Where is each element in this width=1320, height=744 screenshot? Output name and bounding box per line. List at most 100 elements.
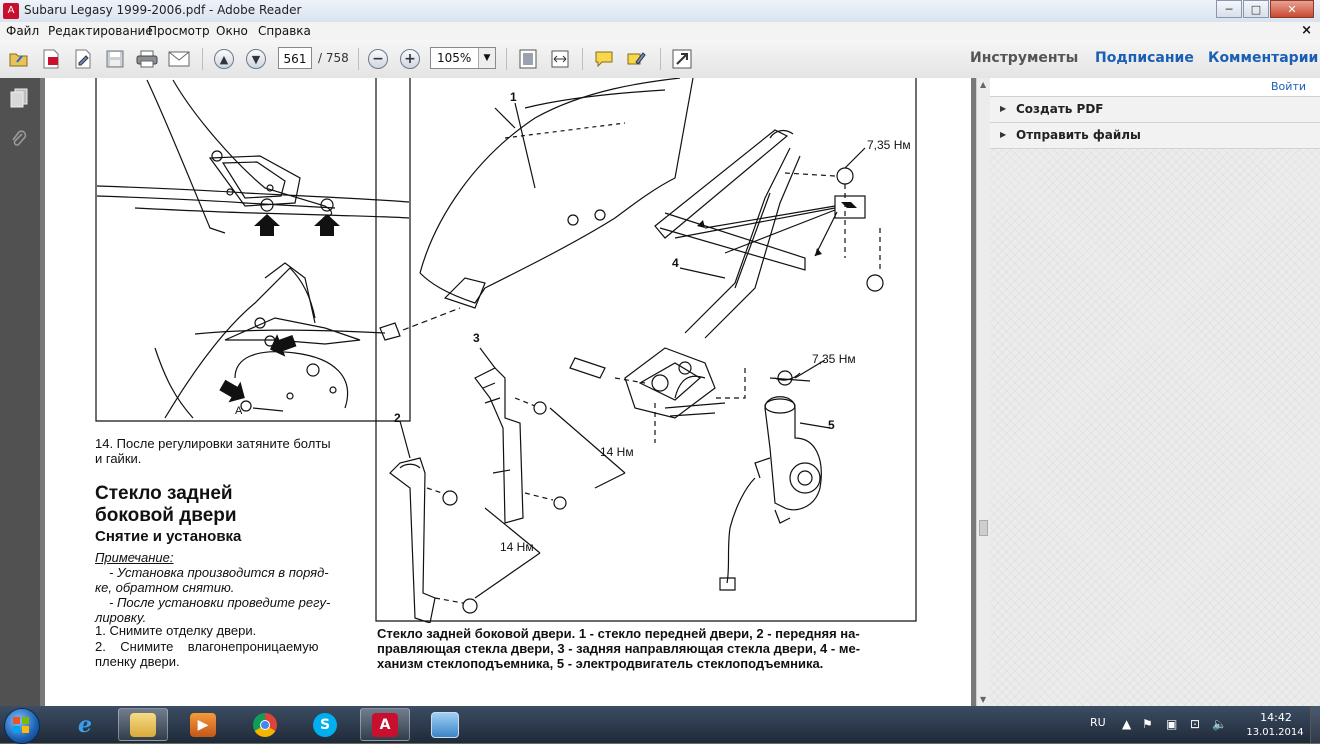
attachments-icon[interactable] xyxy=(10,130,28,150)
picture-viewer-icon xyxy=(431,711,459,738)
action-center-flag-icon[interactable]: ⚑ xyxy=(1142,717,1153,731)
callout-5: 5 xyxy=(828,418,835,432)
title-bar: A Subaru Legasy 1999-2006.pdf - Adobe Re… xyxy=(0,0,1320,22)
media-player-icon: ▶ xyxy=(190,712,216,737)
zoom-select[interactable]: 105% ▼ xyxy=(430,47,496,69)
taskbar-chrome[interactable] xyxy=(240,708,290,741)
edit-document-icon[interactable] xyxy=(72,48,94,70)
open-file-icon[interactable] xyxy=(8,48,30,70)
step-14-line2: и гайки. xyxy=(95,451,142,466)
taskbar-adobe-reader[interactable]: A xyxy=(360,708,410,741)
print-icon[interactable] xyxy=(136,48,158,70)
start-button[interactable] xyxy=(4,708,40,744)
chrome-icon xyxy=(253,712,277,737)
close-document-button[interactable]: × xyxy=(1301,23,1312,38)
fit-page-icon[interactable] xyxy=(517,48,539,70)
create-pdf-icon[interactable] xyxy=(40,48,62,70)
close-button[interactable]: ✕ xyxy=(1270,0,1314,18)
network-icon[interactable]: ⊡ xyxy=(1190,717,1200,731)
callout-4: 4 xyxy=(672,256,679,270)
taskbar-media[interactable]: ▶ xyxy=(178,708,228,741)
next-page-icon[interactable]: ▼ xyxy=(245,48,267,70)
scroll-down-icon[interactable]: ▼ xyxy=(980,695,986,704)
menu-file[interactable]: Файл xyxy=(6,24,39,38)
tab-comments[interactable]: Комментарии xyxy=(1208,50,1318,66)
note-label: Примечание: xyxy=(95,550,174,565)
window-title: Subaru Legasy 1999-2006.pdf - Adobe Read… xyxy=(24,3,302,17)
torque-7-35-top: 7,35 Нм xyxy=(867,138,911,152)
expand-icon[interactable] xyxy=(671,48,693,70)
note-line3: - После установки проведите регу- xyxy=(109,595,331,610)
internet-explorer-icon: e xyxy=(78,711,92,738)
highlight-icon[interactable] xyxy=(625,48,647,70)
torque-14-upper: 14 Нм xyxy=(600,445,634,459)
note-line1: - Установка производится в поряд- xyxy=(109,565,329,580)
send-files-label: Отправить файлы xyxy=(1016,128,1141,142)
step-14: 14. После регулировки затяните болты и г… xyxy=(95,436,331,466)
figure-caption: Стекло задней боковой двери. 1 - стекло … xyxy=(377,626,922,671)
scroll-up-icon[interactable]: ▲ xyxy=(980,80,986,89)
torque-14-lower: 14 Нм xyxy=(500,540,534,554)
clock-date[interactable]: 13.01.2014 xyxy=(1240,727,1310,738)
taskbar-picture-viewer[interactable] xyxy=(420,708,470,741)
show-desktop-button[interactable] xyxy=(1310,706,1320,743)
send-files-row[interactable]: ▶ Отправить файлы xyxy=(990,123,1320,149)
callout-1: 1 xyxy=(510,90,517,104)
zoom-value: 105% xyxy=(437,51,472,65)
taskbar-ie[interactable]: e xyxy=(60,708,110,741)
page-number-input[interactable]: 561 xyxy=(278,47,312,69)
comment-icon[interactable] xyxy=(593,48,615,70)
previous-page-icon[interactable]: ▲ xyxy=(213,48,235,70)
clock-time[interactable]: 14:42 xyxy=(1252,711,1300,724)
adobe-reader-icon: A xyxy=(3,3,19,19)
login-link[interactable]: Войти xyxy=(1271,80,1306,93)
language-indicator[interactable]: RU xyxy=(1090,716,1106,729)
window-regulator-diagram xyxy=(375,78,917,623)
menu-bar: Файл Редактирование Просмотр Окно Справк… xyxy=(0,22,1320,40)
taskbar-skype[interactable]: S xyxy=(300,708,350,741)
tab-tools[interactable]: Инструменты xyxy=(970,50,1078,66)
menu-window[interactable]: Окно xyxy=(216,24,248,38)
maximize-button[interactable]: □ xyxy=(1243,0,1269,18)
volume-icon[interactable]: 🔈 xyxy=(1212,717,1227,731)
vertical-scrollbar[interactable]: ▲ ▼ xyxy=(976,78,991,706)
save-icon[interactable] xyxy=(104,48,126,70)
page-total: / 758 xyxy=(318,51,349,65)
document-view[interactable]: A 14. После регулировки затяните болты и… xyxy=(40,78,976,706)
step-1: 1. Снимите отделку двери. xyxy=(95,623,257,638)
pages-icon[interactable] xyxy=(10,88,28,108)
tab-sign[interactable]: Подписание xyxy=(1095,50,1194,66)
taskbar-explorer[interactable] xyxy=(118,708,168,741)
tray-expand-icon[interactable]: ▲ xyxy=(1122,717,1131,731)
expand-arrow-icon: ▶ xyxy=(1000,104,1007,113)
fit-width-icon[interactable] xyxy=(549,48,571,70)
label-a: A xyxy=(235,405,243,417)
zoom-in-icon[interactable]: + xyxy=(399,48,421,70)
pillar-illustration xyxy=(95,78,411,422)
zoom-out-icon[interactable]: − xyxy=(367,48,389,70)
navigation-rail xyxy=(0,78,40,706)
tray-app-icon[interactable]: ▣ xyxy=(1166,717,1177,731)
note-line2: ке, обратном снятию. xyxy=(95,580,235,595)
callout-2: 2 xyxy=(394,411,401,425)
heading-line2: боковой двери xyxy=(95,505,237,526)
section-heading: Стекло задней боковой двери xyxy=(95,483,237,527)
caption-line1: Стекло задней боковой двери. 1 - стекло … xyxy=(377,626,860,641)
menu-edit[interactable]: Редактирование xyxy=(48,24,153,38)
callout-3: 3 xyxy=(473,331,480,345)
chevron-down-icon[interactable]: ▼ xyxy=(478,48,495,68)
torque-7-35-mid: 7,35 Нм xyxy=(812,352,856,366)
menu-help[interactable]: Справка xyxy=(258,24,311,38)
caption-line3: ханизм стеклоподъемника, 5 - электродвиг… xyxy=(377,656,824,671)
expand-arrow-icon: ▶ xyxy=(1000,130,1007,139)
minimize-button[interactable]: ─ xyxy=(1216,0,1242,18)
menu-view[interactable]: Просмотр xyxy=(148,24,210,38)
pdf-page: A 14. После регулировки затяните болты и… xyxy=(45,78,971,706)
create-pdf-row[interactable]: ▶ Создать PDF xyxy=(990,97,1320,123)
tools-pane: Войти ▶ Создать PDF ▶ Отправить файлы xyxy=(990,78,1320,706)
folder-icon xyxy=(130,712,156,737)
sub-heading: Снятие и установка xyxy=(95,528,242,545)
scroll-thumb[interactable] xyxy=(979,520,988,536)
windows-logo-icon xyxy=(13,717,30,734)
email-icon[interactable] xyxy=(168,48,190,70)
